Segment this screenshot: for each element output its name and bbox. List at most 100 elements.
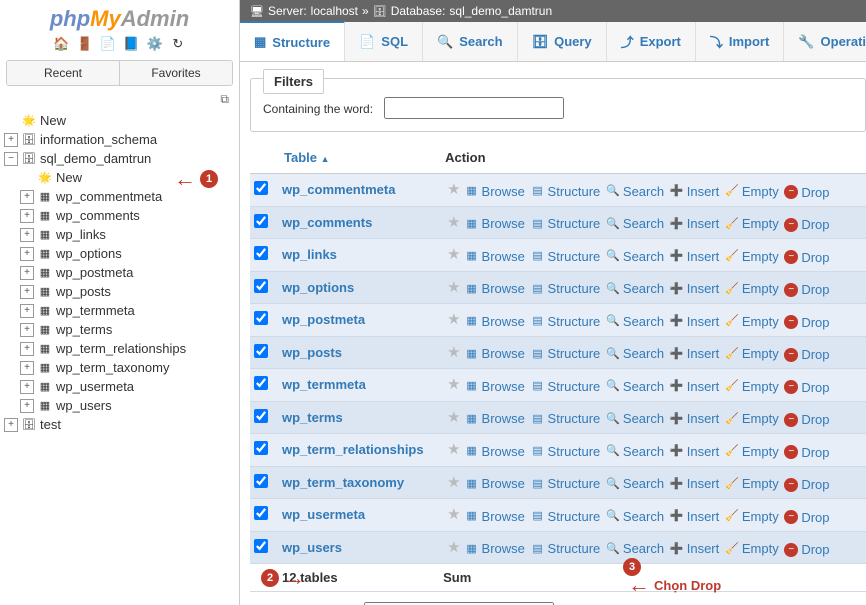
structure-action[interactable]: ▤Structure bbox=[531, 509, 601, 524]
insert-action[interactable]: ➕Insert bbox=[670, 379, 720, 394]
tree-label[interactable]: wp_comments bbox=[56, 208, 140, 223]
table-name-link[interactable]: wp_commentmeta bbox=[282, 182, 395, 197]
favorite-icon[interactable]: ★ bbox=[447, 311, 460, 328]
favorite-icon[interactable]: ★ bbox=[447, 539, 460, 556]
structure-action[interactable]: ▤Structure bbox=[531, 314, 601, 329]
breadcrumb-server[interactable]: localhost bbox=[311, 4, 358, 18]
tree-toggle-icon[interactable]: + bbox=[20, 399, 34, 413]
browse-action[interactable]: ▦Browse bbox=[465, 216, 525, 231]
empty-action[interactable]: 🧹Empty bbox=[725, 184, 779, 199]
structure-action[interactable]: ▤Structure bbox=[531, 281, 601, 296]
structure-action[interactable]: ▤Structure bbox=[531, 249, 601, 264]
tree-label[interactable]: wp_commentmeta bbox=[56, 189, 162, 204]
tree-label[interactable]: sql_demo_damtrun bbox=[40, 151, 151, 166]
structure-action[interactable]: ▤Structure bbox=[531, 411, 601, 426]
tree-label[interactable]: wp_postmeta bbox=[56, 265, 133, 280]
collapse-icon[interactable]: ⧉ bbox=[0, 90, 239, 109]
empty-action[interactable]: 🧹Empty bbox=[725, 541, 779, 556]
tree-toggle-icon[interactable]: + bbox=[20, 342, 34, 356]
recent-tab[interactable]: Recent bbox=[7, 61, 120, 85]
home-icon[interactable]: 🏠 bbox=[53, 36, 69, 52]
tree-label[interactable]: wp_termmeta bbox=[56, 303, 135, 318]
search-action[interactable]: 🔍Search bbox=[606, 216, 664, 231]
tree-label[interactable]: information_schema bbox=[40, 132, 157, 147]
structure-action[interactable]: ▤Structure bbox=[531, 184, 601, 199]
browse-action[interactable]: ▦Browse bbox=[465, 541, 525, 556]
insert-action[interactable]: ➕Insert bbox=[670, 216, 720, 231]
browse-action[interactable]: ▦Browse bbox=[465, 314, 525, 329]
browse-action[interactable]: ▦Browse bbox=[465, 281, 525, 296]
insert-action[interactable]: ➕Insert bbox=[670, 184, 720, 199]
favorite-icon[interactable]: ★ bbox=[447, 441, 460, 458]
tree-table-wp_usermeta[interactable]: +▦wp_usermeta bbox=[4, 377, 239, 396]
table-name-link[interactable]: wp_term_relationships bbox=[282, 442, 424, 457]
table-name-link[interactable]: wp_termmeta bbox=[282, 377, 366, 392]
tree-label[interactable]: wp_users bbox=[56, 398, 112, 413]
empty-action[interactable]: 🧹Empty bbox=[725, 509, 779, 524]
favorite-icon[interactable]: ★ bbox=[447, 376, 460, 393]
browse-action[interactable]: ▦Browse bbox=[465, 444, 525, 459]
tree-toggle-icon[interactable]: + bbox=[4, 133, 18, 147]
empty-action[interactable]: 🧹Empty bbox=[725, 216, 779, 231]
tree-toggle-icon[interactable]: + bbox=[20, 361, 34, 375]
tree-toggle-icon[interactable]: + bbox=[20, 380, 34, 394]
favorite-icon[interactable]: ★ bbox=[447, 279, 460, 296]
search-action[interactable]: 🔍Search bbox=[606, 444, 664, 459]
drop-action[interactable]: −Drop bbox=[784, 477, 829, 492]
drop-action[interactable]: −Drop bbox=[784, 412, 829, 427]
drop-action[interactable]: −Drop bbox=[784, 185, 829, 200]
insert-action[interactable]: ➕Insert bbox=[670, 444, 720, 459]
tree-db-information_schema[interactable]: +🗄information_schema bbox=[4, 130, 239, 149]
drop-action[interactable]: −Drop bbox=[784, 542, 829, 557]
reload-icon[interactable]: ↻ bbox=[170, 36, 186, 52]
row-checkbox[interactable] bbox=[254, 311, 268, 325]
empty-action[interactable]: 🧹Empty bbox=[725, 476, 779, 491]
tree-table-wp_termmeta[interactable]: +▦wp_termmeta bbox=[4, 301, 239, 320]
favorite-icon[interactable]: ★ bbox=[447, 474, 460, 491]
empty-action[interactable]: 🧹Empty bbox=[725, 346, 779, 361]
col-table[interactable]: Table ▲ bbox=[278, 142, 439, 174]
empty-action[interactable]: 🧹Empty bbox=[725, 314, 779, 329]
search-action[interactable]: 🔍Search bbox=[606, 509, 664, 524]
drop-action[interactable]: −Drop bbox=[784, 445, 829, 460]
drop-action[interactable]: −Drop bbox=[784, 380, 829, 395]
structure-action[interactable]: ▤Structure bbox=[531, 346, 601, 361]
tree-table-wp_posts[interactable]: +▦wp_posts bbox=[4, 282, 239, 301]
favorite-icon[interactable]: ★ bbox=[447, 214, 460, 231]
insert-action[interactable]: ➕Insert bbox=[670, 314, 720, 329]
tree-label[interactable]: New bbox=[40, 113, 66, 128]
tree-label[interactable]: New bbox=[56, 170, 82, 185]
favorite-icon[interactable]: ★ bbox=[447, 344, 460, 361]
drop-action[interactable]: −Drop bbox=[784, 282, 829, 297]
sql-icon[interactable]: 📄 bbox=[100, 36, 116, 52]
tree-toggle-icon[interactable]: + bbox=[20, 323, 34, 337]
table-name-link[interactable]: wp_usermeta bbox=[282, 507, 365, 522]
favorite-icon[interactable]: ★ bbox=[447, 506, 460, 523]
table-name-link[interactable]: wp_terms bbox=[282, 410, 343, 425]
tab-export[interactable]: ⤴Export bbox=[607, 22, 696, 61]
row-checkbox[interactable] bbox=[254, 409, 268, 423]
tree-label[interactable]: wp_usermeta bbox=[56, 379, 134, 394]
table-name-link[interactable]: wp_term_taxonomy bbox=[282, 475, 404, 490]
row-checkbox[interactable] bbox=[254, 474, 268, 488]
tree-toggle-icon[interactable]: + bbox=[4, 418, 18, 432]
tree-table-wp_options[interactable]: +▦wp_options bbox=[4, 244, 239, 263]
drop-action[interactable]: −Drop bbox=[784, 315, 829, 330]
tab-import[interactable]: ⤵Import bbox=[696, 22, 784, 61]
row-checkbox[interactable] bbox=[254, 279, 268, 293]
tree-table-wp_term_taxonomy[interactable]: +▦wp_term_taxonomy bbox=[4, 358, 239, 377]
browse-action[interactable]: ▦Browse bbox=[465, 249, 525, 264]
row-checkbox[interactable] bbox=[254, 246, 268, 260]
exit-icon[interactable]: 🚪 bbox=[76, 36, 92, 52]
empty-action[interactable]: 🧹Empty bbox=[725, 411, 779, 426]
row-checkbox[interactable] bbox=[254, 344, 268, 358]
tab-search[interactable]: 🔍Search bbox=[423, 22, 518, 61]
favorites-tab[interactable]: Favorites bbox=[120, 61, 232, 85]
search-action[interactable]: 🔍Search bbox=[606, 541, 664, 556]
tree-table-wp_users[interactable]: +▦wp_users bbox=[4, 396, 239, 415]
tree-label[interactable]: test bbox=[40, 417, 61, 432]
drop-action[interactable]: −Drop bbox=[784, 250, 829, 265]
drop-action[interactable]: −Drop bbox=[784, 217, 829, 232]
row-checkbox[interactable] bbox=[254, 181, 268, 195]
tree-label[interactable]: wp_links bbox=[56, 227, 106, 242]
